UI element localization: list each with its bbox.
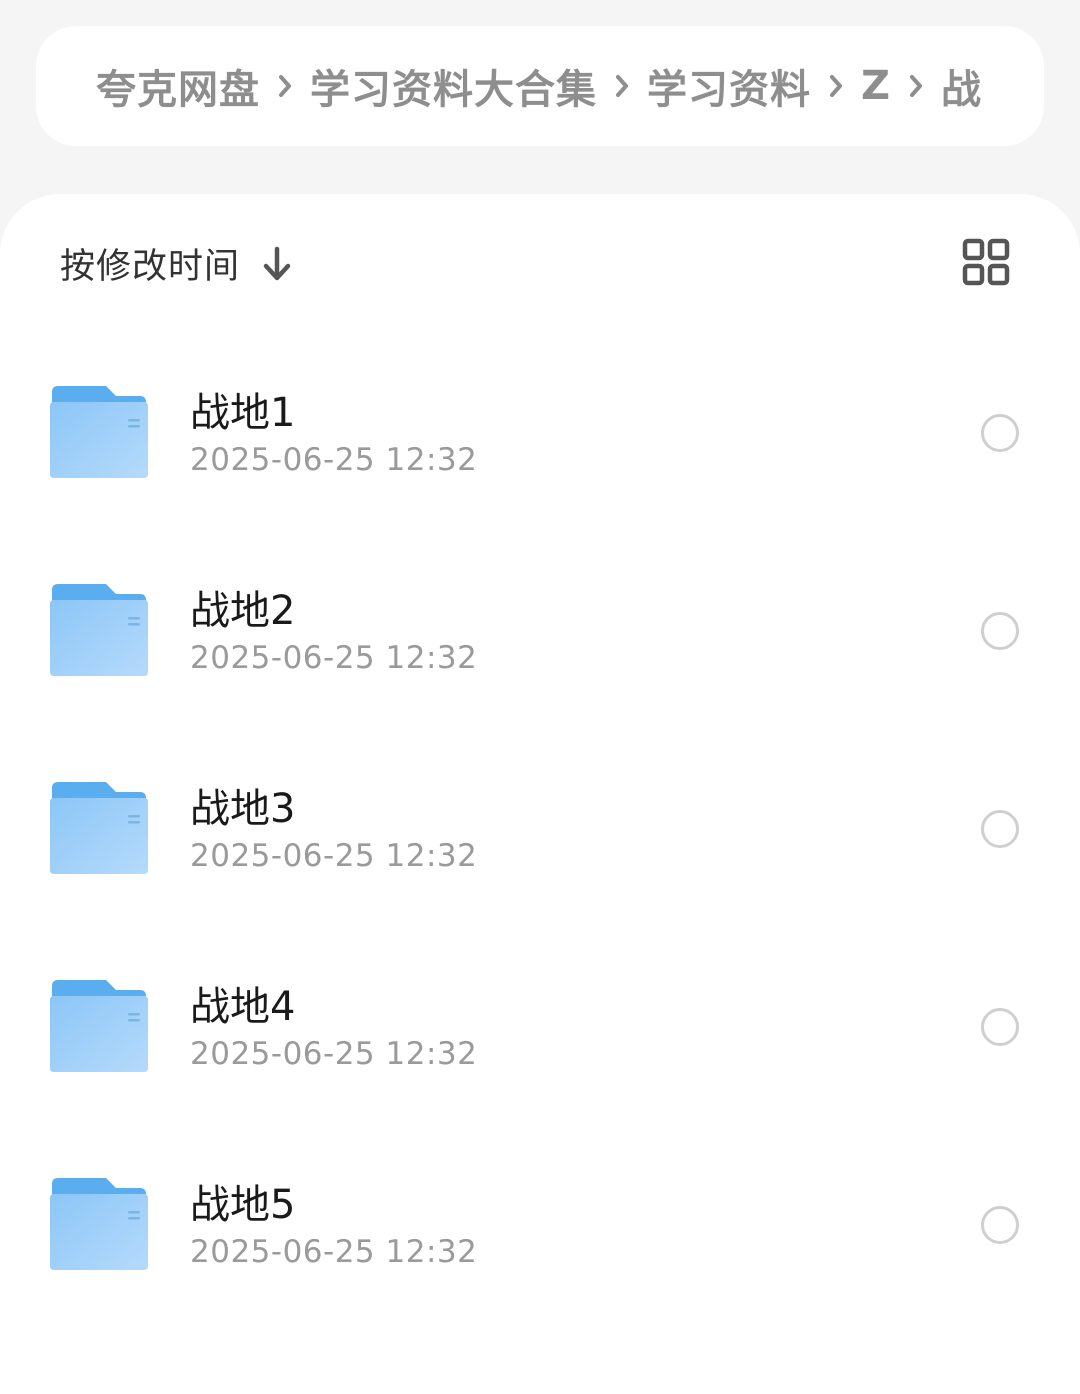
breadcrumb-item-current[interactable]: 战地 xyxy=(941,57,982,115)
arrow-down-icon xyxy=(260,244,294,284)
breadcrumb-item-materials[interactable]: 学习资料 xyxy=(647,57,811,115)
chevron-right-icon xyxy=(811,66,861,106)
grid-view-icon[interactable] xyxy=(962,238,1010,286)
breadcrumb-item-root[interactable]: 夸克网盘 xyxy=(96,57,260,115)
file-date: 2025-06-25 12:32 xyxy=(190,1036,478,1072)
breadcrumb-item-z[interactable]: Z xyxy=(861,63,891,109)
file-date: 2025-06-25 12:32 xyxy=(190,1234,478,1270)
file-date: 2025-06-25 12:32 xyxy=(190,442,478,478)
file-row[interactable]: 战地5 2025-06-25 12:32 xyxy=(0,1126,1080,1324)
file-name: 战地5 xyxy=(190,1182,296,1228)
file-row[interactable]: 战地4 2025-06-25 12:32 xyxy=(0,928,1080,1126)
breadcrumb: 夸克网盘 学习资料大合集 学习资料 Z 战地 xyxy=(36,26,1044,146)
chevron-right-icon xyxy=(260,66,310,106)
breadcrumb-track: 夸克网盘 学习资料大合集 学习资料 Z 战地 xyxy=(96,26,982,146)
select-checkbox[interactable] xyxy=(981,1008,1019,1046)
file-name: 战地4 xyxy=(190,984,296,1030)
folder-icon xyxy=(50,584,148,676)
folder-icon xyxy=(50,782,148,874)
file-panel: 按修改时间 战地1 2025-06-25 12:32 战地2 2025-06-2… xyxy=(0,194,1080,1394)
breadcrumb-item-collection[interactable]: 学习资料大合集 xyxy=(310,57,597,115)
file-name: 战地2 xyxy=(190,588,296,634)
file-row[interactable]: 战地2 2025-06-25 12:32 xyxy=(0,532,1080,730)
select-checkbox[interactable] xyxy=(981,612,1019,650)
file-row[interactable]: 战地3 2025-06-25 12:32 xyxy=(0,730,1080,928)
file-date: 2025-06-25 12:32 xyxy=(190,640,478,676)
file-row[interactable]: 战地1 2025-06-25 12:32 xyxy=(0,334,1080,532)
select-checkbox[interactable] xyxy=(981,414,1019,452)
chevron-right-icon xyxy=(597,66,647,106)
folder-icon xyxy=(50,386,148,478)
sort-button[interactable]: 按修改时间 xyxy=(60,238,294,289)
folder-icon xyxy=(50,1178,148,1270)
file-list: 战地1 2025-06-25 12:32 战地2 2025-06-25 12:3… xyxy=(0,334,1080,1324)
file-name: 战地1 xyxy=(190,390,296,436)
sort-label: 按修改时间 xyxy=(60,247,241,287)
select-checkbox[interactable] xyxy=(981,810,1019,848)
file-name: 战地3 xyxy=(190,786,296,832)
select-checkbox[interactable] xyxy=(981,1206,1019,1244)
file-date: 2025-06-25 12:32 xyxy=(190,838,478,874)
folder-icon xyxy=(50,980,148,1072)
chevron-right-icon xyxy=(891,66,941,106)
